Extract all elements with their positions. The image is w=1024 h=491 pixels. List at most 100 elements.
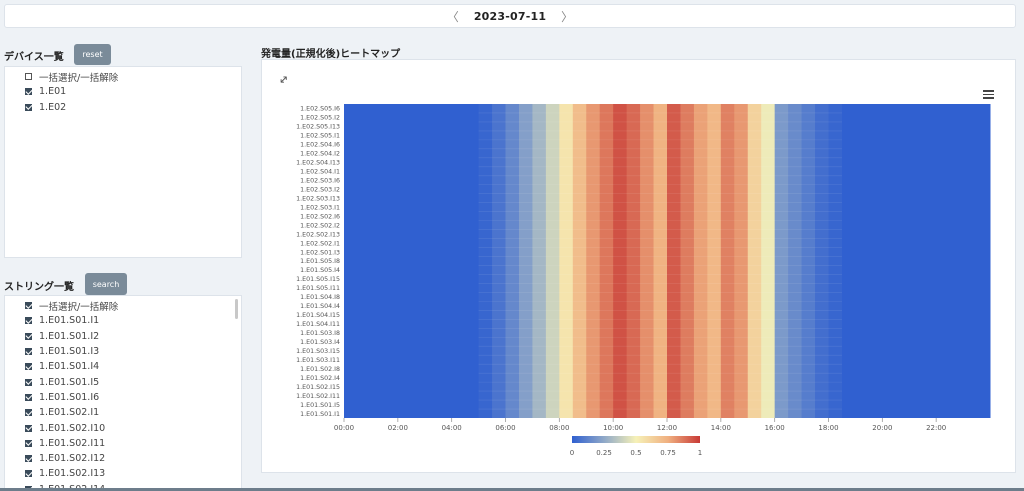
heatmap-cell [909, 104, 924, 418]
heatmap-cell [613, 104, 628, 418]
heatmap-cell [720, 104, 735, 418]
checkbox-icon[interactable] [25, 348, 32, 356]
heatmap-cell [667, 104, 681, 418]
string-item-label: 1.E01.S02.I10 [39, 422, 106, 434]
y-tick-label: 1.E01.S04.I11 [296, 321, 340, 328]
y-tick-label: 1.E01.S05.I15 [296, 276, 340, 283]
device-item[interactable]: 1.E01 [5, 84, 241, 99]
x-tick-label: 18:00 [818, 424, 838, 432]
y-tick-label: 1.E02.S01.I3 [300, 249, 340, 256]
heatmap-cell [949, 104, 964, 418]
heatmap-cell [505, 104, 520, 418]
color-scale-label: 0.5 [630, 449, 641, 457]
heatmap-cell [882, 104, 897, 418]
y-tick-label: 1.E01.S03.I4 [300, 339, 340, 346]
checkbox-icon[interactable] [25, 88, 32, 96]
heatmap-cell [424, 104, 439, 418]
x-tick-label: 02:00 [388, 424, 408, 432]
heatmap-cell [747, 104, 762, 418]
string-item[interactable]: 1.E01.S01.I6 [5, 390, 241, 405]
y-tick-label: 1.E01.S04.I4 [300, 303, 340, 310]
checkbox-icon[interactable] [25, 103, 32, 111]
y-tick-label: 1.E02.S05.I1 [300, 133, 340, 140]
heatmap-cell [828, 104, 843, 418]
heatmap-cell [344, 104, 358, 418]
y-tick-label: 1.E02.S03.I13 [296, 195, 340, 202]
next-date-button[interactable]: 〉 [560, 8, 574, 25]
string-item[interactable]: 1.E01.S02.I10 [5, 420, 241, 435]
checkbox-icon[interactable] [25, 317, 32, 325]
y-tick-label: 1.E02.S03.I1 [300, 204, 340, 211]
heatmap-cell [774, 104, 789, 418]
heatmap-cell [788, 104, 803, 418]
heatmap-cell [465, 104, 480, 418]
heatmap-cell [586, 104, 601, 418]
checkbox-icon[interactable] [25, 409, 32, 417]
heatmap-cell [693, 104, 708, 418]
string-list-title: ストリング一覧 [4, 282, 74, 293]
string-item[interactable]: 1.E01.S01.I5 [5, 374, 241, 389]
heatmap-cell [922, 104, 937, 418]
device-item-label: 1.E01 [39, 86, 67, 98]
reset-button[interactable]: reset [74, 44, 111, 65]
checkbox-icon[interactable] [25, 393, 32, 401]
checkbox-icon[interactable] [25, 363, 32, 371]
heatmap-chart: 1.E02.S05.I6 1.E02.S05.I2 1.E02.S05.I13 1.E… [296, 104, 991, 457]
string-item-label: 1.E01.S02.I12 [39, 453, 106, 465]
heatmap-cell [841, 104, 856, 418]
checkbox-icon[interactable] [25, 73, 32, 81]
device-list-title: デバイス一覧 [4, 52, 64, 63]
y-tick-label: 1.E02.S04.I1 [300, 169, 340, 176]
heatmap-cell [734, 104, 749, 418]
checkbox-icon[interactable] [25, 302, 32, 310]
string-item[interactable]: 1.E01.S02.I13 [5, 466, 241, 481]
y-tick-label: 1.E01.S02.I15 [296, 384, 340, 391]
string-item[interactable]: 1.E01.S01.I2 [5, 329, 241, 344]
x-tick-label: 08:00 [549, 424, 569, 432]
device-item[interactable]: 1.E02 [5, 100, 241, 115]
color-scale-bar [572, 436, 700, 443]
search-button[interactable]: search [85, 273, 127, 295]
heatmap-cell [680, 104, 695, 418]
checkbox-icon[interactable] [25, 439, 32, 447]
string-item[interactable]: 1.E01.S02.I11 [5, 436, 241, 451]
heatmap-cell [815, 104, 829, 418]
hamburger-menu-icon[interactable] [983, 90, 994, 99]
y-tick-label: 1.E02.S04.I6 [300, 142, 340, 149]
checkbox-icon[interactable] [25, 470, 32, 478]
prev-date-button[interactable]: 〈 [446, 8, 460, 25]
device-item-label: 1.E02 [39, 101, 67, 113]
heatmap-cell [855, 104, 870, 418]
string-item-label: 1.E01.S01.I6 [39, 391, 100, 403]
x-tick-label: 22:00 [926, 424, 946, 432]
heatmap-cell [801, 104, 816, 418]
device-item[interactable]: 一括選択/一括解除 [5, 69, 241, 84]
heatmap-cell [384, 104, 399, 418]
checkbox-icon[interactable] [25, 455, 32, 463]
string-item[interactable]: 1.E01.S02.I1 [5, 405, 241, 420]
string-item[interactable]: 一括選択/一括解除 [5, 298, 241, 313]
string-item[interactable]: 1.E01.S02.I12 [5, 451, 241, 466]
heatmap-cell [626, 104, 641, 418]
y-tick-label: 1.E02.S03.I6 [300, 178, 340, 185]
string-item-label: 1.E01.S01.I5 [39, 376, 100, 388]
checkbox-icon[interactable] [25, 332, 32, 340]
heatmap-cell [478, 104, 493, 418]
string-list-scrollbar[interactable] [235, 299, 238, 319]
x-tick-label: 06:00 [495, 424, 515, 432]
heatmap-cell [707, 104, 722, 418]
checkbox-icon[interactable] [25, 424, 32, 432]
string-item[interactable]: 1.E01.S01.I3 [5, 344, 241, 359]
string-list[interactable]: 一括選択/一括解除 1.E01.S01.I1 1.E01.S01.I2 1.E01.S… [4, 295, 242, 491]
device-item-label: 一括選択/一括解除 [39, 72, 119, 84]
heatmap-cell [545, 104, 560, 418]
string-item-label: 1.E01.S02.I11 [39, 437, 106, 449]
x-tick-label: 10:00 [603, 424, 623, 432]
string-item[interactable]: 1.E01.S01.I4 [5, 359, 241, 374]
string-item-label: 1.E01.S01.I1 [39, 315, 100, 327]
heatmap-cell [397, 104, 412, 418]
color-scale-label: 1 [698, 449, 702, 457]
string-item[interactable]: 1.E01.S01.I1 [5, 313, 241, 328]
checkbox-icon[interactable] [25, 378, 32, 386]
y-tick-label: 1.E01.S01.I5 [300, 402, 340, 409]
